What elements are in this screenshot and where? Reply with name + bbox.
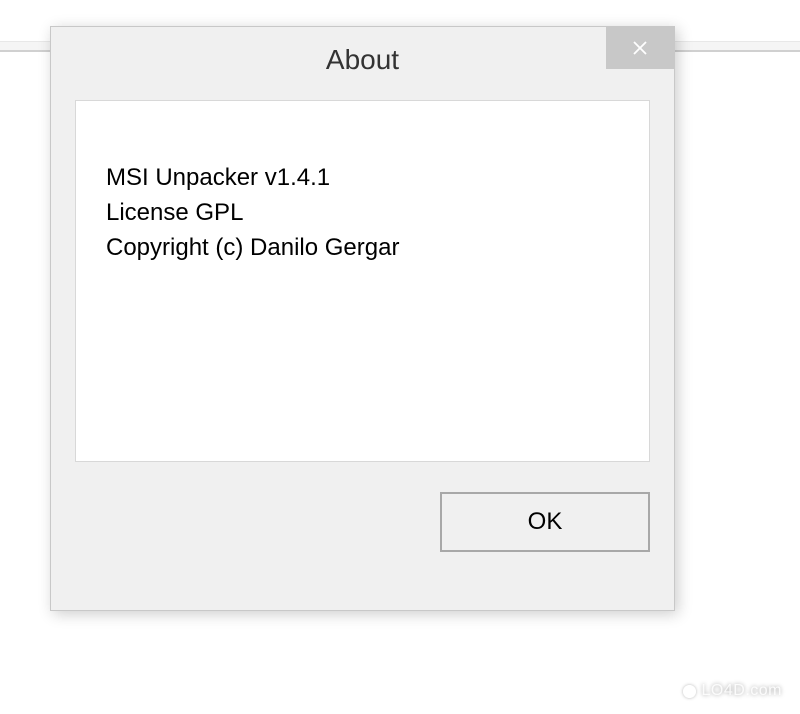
watermark-text: LO4D.com	[702, 682, 782, 700]
content-panel: MSI Unpacker v1.4.1 License GPL Copyrigh…	[75, 100, 650, 462]
ok-button-label: OK	[528, 508, 563, 536]
license-line: License GPL	[106, 196, 619, 231]
ok-button[interactable]: OK	[440, 492, 650, 552]
close-button[interactable]	[606, 27, 674, 69]
watermark-icon	[683, 685, 696, 698]
close-icon	[632, 40, 648, 56]
app-name-version: MSI Unpacker v1.4.1	[106, 161, 619, 196]
about-dialog: About MSI Unpacker v1.4.1 License GPL Co…	[50, 26, 675, 611]
dialog-title: About	[326, 44, 399, 76]
titlebar: About	[51, 27, 674, 92]
button-row: OK	[75, 492, 650, 552]
copyright-line: Copyright (c) Danilo Gergar	[106, 231, 619, 266]
watermark: LO4D.com	[683, 682, 782, 700]
